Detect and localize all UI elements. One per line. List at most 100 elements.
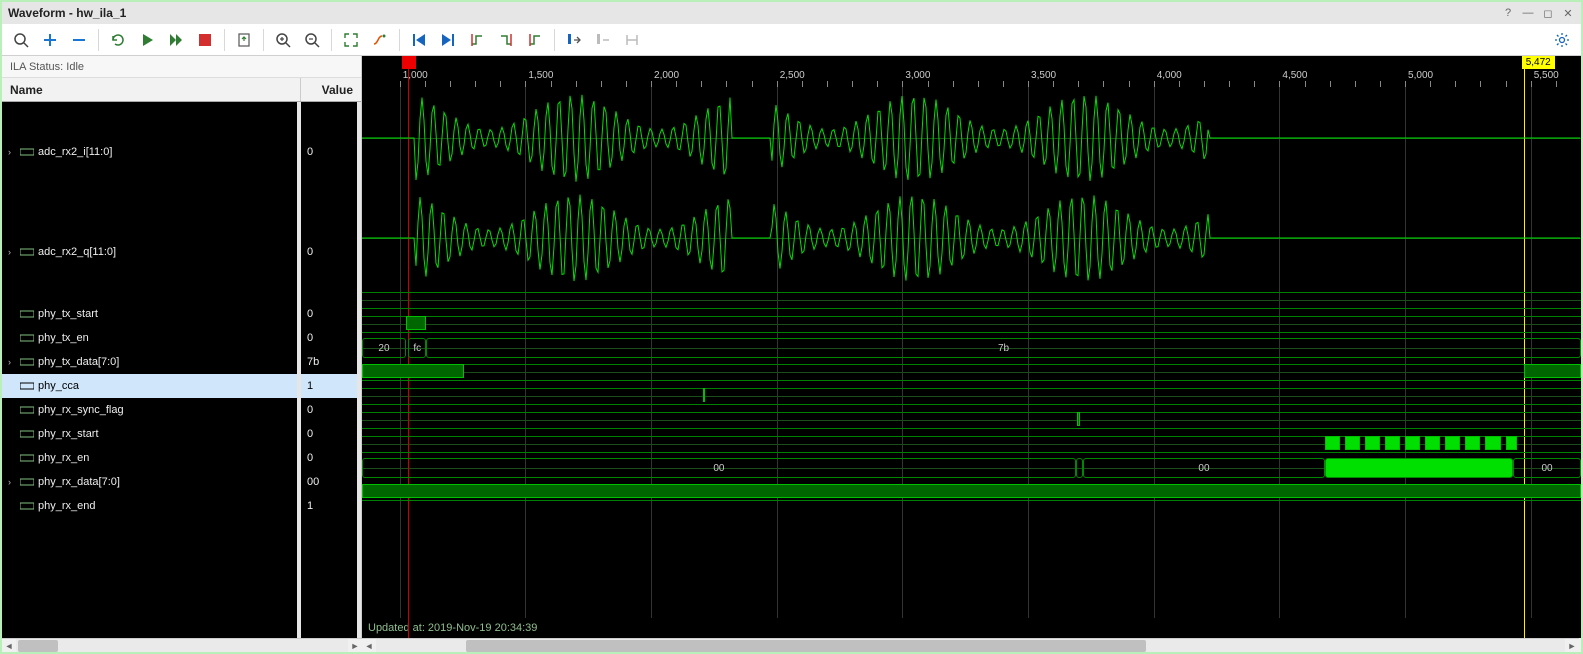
signal-row[interactable]: › phy_tx_data[7:0] — [2, 350, 297, 374]
minimize-icon[interactable]: — — [1521, 6, 1535, 20]
column-header-value[interactable]: Value — [301, 78, 361, 101]
zoom-fit-icon[interactable] — [338, 27, 364, 53]
wire-icon — [20, 380, 34, 392]
wire-icon — [20, 404, 34, 416]
tick-label: 1,000 — [403, 70, 428, 81]
signal-name: phy_rx_start — [38, 428, 99, 440]
signal-value: 0 — [301, 398, 357, 422]
ila-status-value: Idle — [66, 61, 84, 73]
close-icon[interactable]: ✕ — [1561, 6, 1575, 20]
updated-timestamp: Updated at: 2019-Nov-19 20:34:39 — [368, 622, 537, 634]
signal-value: 0 — [301, 326, 357, 350]
signal-name: phy_tx_data[7:0] — [38, 356, 119, 368]
signal-value: 0 — [301, 422, 357, 446]
last-icon[interactable] — [435, 27, 461, 53]
gear-icon[interactable] — [1549, 27, 1575, 53]
bus-segment: 00 — [1513, 458, 1581, 478]
zoom-out-icon[interactable] — [299, 27, 325, 53]
signal-value: 7b — [301, 350, 357, 374]
snap-icon[interactable] — [367, 27, 393, 53]
bus-segment — [1076, 458, 1084, 478]
signal-value: 1 — [301, 494, 357, 518]
stop-record-icon[interactable] — [192, 27, 218, 53]
refresh-icon[interactable] — [105, 27, 131, 53]
expand-icon[interactable]: › — [8, 357, 20, 367]
bus-segment: 20 — [362, 338, 406, 358]
bus-segment: 00 — [1083, 458, 1324, 478]
prev-edge-icon[interactable] — [464, 27, 490, 53]
signal-row[interactable]: phy_cca — [2, 374, 297, 398]
export-icon[interactable] — [231, 27, 257, 53]
signal-name: phy_tx_start — [38, 308, 98, 320]
goto-marker-icon[interactable] — [561, 27, 587, 53]
tick-label: 3,000 — [905, 70, 930, 81]
scroll-right-icon[interactable]: ► — [348, 639, 362, 652]
signal-row[interactable]: phy_rx_start — [2, 422, 297, 446]
fast-forward-icon[interactable] — [163, 27, 189, 53]
signal-name: phy_rx_end — [38, 500, 96, 512]
range-marker-icon[interactable] — [619, 27, 645, 53]
minus-icon[interactable] — [66, 27, 92, 53]
first-icon[interactable] — [406, 27, 432, 53]
next-edge-icon[interactable] — [493, 27, 519, 53]
secondary-cursor-badge[interactable]: 5,472 — [1522, 56, 1555, 69]
waveform-area[interactable]: Updated at: 2019-Nov-19 20:34:39 1,000 1,… — [362, 56, 1581, 638]
prev-transition-icon[interactable] — [522, 27, 548, 53]
signal-row[interactable]: phy_tx_start — [2, 302, 297, 326]
wire-icon — [20, 500, 34, 512]
ila-status: ILA Status: Idle — [2, 56, 361, 78]
tick-label: 1,500 — [528, 70, 553, 81]
signal-value: 00 — [301, 470, 357, 494]
signal-row[interactable]: ›adc_rx2_q[11:0] — [2, 202, 297, 302]
bus-segment: 00 — [362, 458, 1076, 478]
wire-icon — [20, 332, 34, 344]
tick-label: 2,000 — [654, 70, 679, 81]
maximize-icon[interactable]: ◻ — [1541, 6, 1555, 20]
expand-icon[interactable]: › — [8, 247, 20, 257]
scroll-left-icon[interactable]: ◄ — [362, 639, 376, 652]
tick-label: 4,500 — [1282, 70, 1307, 81]
expand-icon[interactable]: › — [8, 147, 20, 157]
play-icon[interactable] — [134, 27, 160, 53]
search-icon[interactable] — [8, 27, 34, 53]
bus-segment: fc — [408, 338, 426, 358]
scroll-left-icon[interactable]: ◄ — [2, 639, 16, 652]
bus-icon — [20, 246, 34, 258]
signal-value: 0 — [301, 302, 357, 326]
tick-label: 2,500 — [780, 70, 805, 81]
signal-row[interactable]: phy_rx_end — [2, 494, 297, 518]
signal-panel: ILA Status: Idle Name Value ›adc_rx2_i[1… — [2, 56, 362, 638]
signal-name: phy_tx_en — [38, 332, 89, 344]
help-icon[interactable]: ? — [1501, 6, 1515, 20]
signal-row[interactable]: phy_tx_en — [2, 326, 297, 350]
wave-scrollbar[interactable]: ◄ ► — [362, 638, 1579, 652]
wire-icon — [20, 452, 34, 464]
signal-name: phy_cca — [38, 380, 79, 392]
bus-segment — [1325, 458, 1514, 478]
signal-value: 0 — [301, 102, 357, 202]
window-title: Waveform - hw_ila_1 — [8, 6, 126, 20]
tick-label: 5,500 — [1534, 70, 1559, 81]
tick-label: 5,000 — [1408, 70, 1433, 81]
expand-icon[interactable]: › — [8, 477, 20, 487]
signal-row[interactable]: phy_rx_en — [2, 446, 297, 470]
column-header-name[interactable]: Name — [2, 78, 301, 101]
window-controls: ? — ◻ ✕ — [1501, 6, 1575, 20]
bus-segment: 7b — [426, 338, 1581, 358]
toolbar — [2, 24, 1581, 56]
signal-list: ›adc_rx2_i[11:0]›adc_rx2_q[11:0] phy_tx_s… — [2, 102, 361, 638]
scroll-right-icon[interactable]: ► — [1565, 639, 1579, 652]
bus-icon — [20, 356, 34, 368]
left-scrollbar[interactable]: ◄ ► — [2, 638, 362, 652]
signal-row[interactable]: ›adc_rx2_i[11:0] — [2, 102, 297, 202]
plus-icon[interactable] — [37, 27, 63, 53]
signal-row[interactable]: ›phy_rx_data[7:0] — [2, 470, 297, 494]
bus-icon — [20, 476, 34, 488]
wire-icon — [20, 428, 34, 440]
signal-value: 0 — [301, 446, 357, 470]
zoom-in-icon[interactable] — [270, 27, 296, 53]
remove-marker-icon[interactable] — [590, 27, 616, 53]
primary-cursor-badge[interactable] — [402, 56, 416, 69]
signal-row[interactable]: phy_rx_sync_flag — [2, 398, 297, 422]
signal-name: phy_rx_sync_flag — [38, 404, 124, 416]
